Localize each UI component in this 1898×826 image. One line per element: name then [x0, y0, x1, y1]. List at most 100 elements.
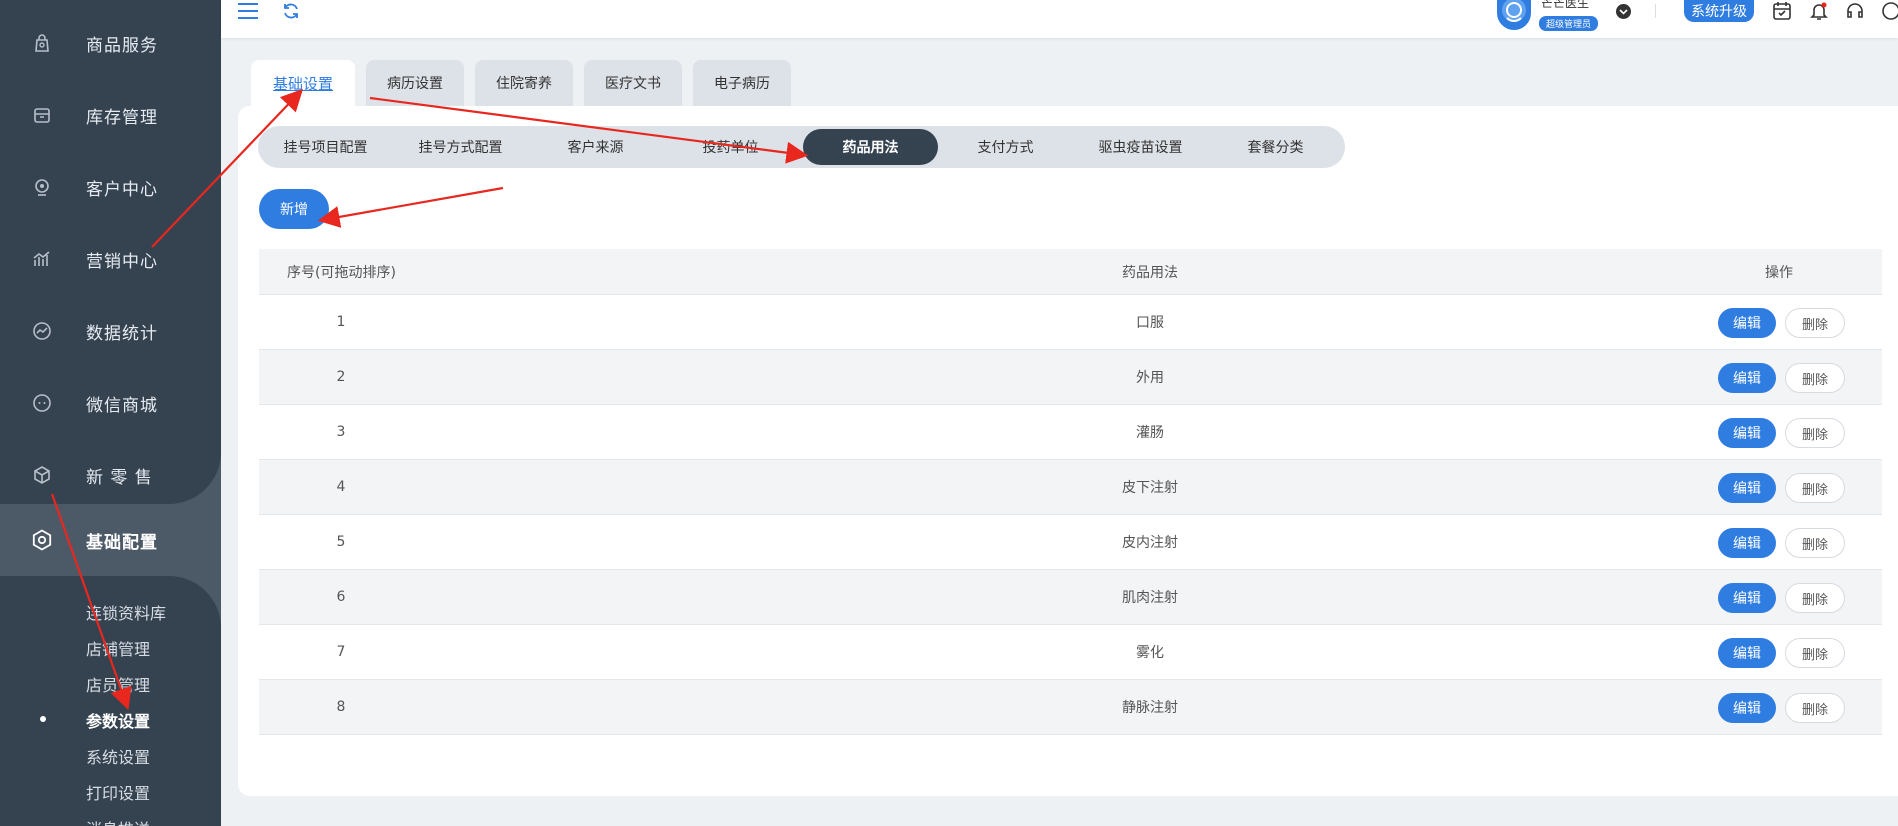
edit-button[interactable]: 编辑 [1718, 693, 1776, 723]
avatar [1497, 0, 1531, 30]
top-bar: 芒芒医生 超级管理员 系统升级 [221, 0, 1898, 38]
sidebar-item-wechat-mall[interactable]: 微信商城 [0, 373, 221, 433]
sidebar-item-label: 客户中心 [86, 179, 158, 200]
table-row: 7 雾化 编辑 删除 [259, 625, 1882, 680]
row-number: 7 [336, 644, 346, 660]
sidebar-item-label: 新 零 售 [86, 467, 153, 488]
edit-button[interactable]: 编辑 [1718, 583, 1776, 613]
table-row: 3 灌肠 编辑 删除 [259, 405, 1882, 460]
row-usage: 静脉注射 [1122, 700, 1178, 716]
tab-electronic-records[interactable]: 电子病历 [693, 60, 792, 106]
delete-button[interactable]: 删除 [1785, 473, 1845, 503]
subtab-registration-items[interactable]: 挂号项目配置 [258, 126, 393, 168]
sidebar-item-statistics[interactable]: 数据统计 [0, 301, 221, 361]
row-usage: 雾化 [1136, 645, 1164, 661]
submenu-message-push[interactable]: 消息推送 [86, 816, 150, 826]
customer-icon [30, 175, 54, 199]
current-item-dot [40, 716, 46, 722]
delete-button[interactable]: 删除 [1785, 363, 1845, 393]
sidebar: 商品服务 库存管理 客户中心 营销中心 数据统计 微信商城 新 零 售 基础配置… [0, 0, 221, 826]
calendar-icon[interactable] [1770, 0, 1794, 22]
system-upgrade-button[interactable]: 系统升级 [1684, 0, 1754, 22]
wechat-icon [30, 391, 54, 415]
delete-button[interactable]: 删除 [1785, 308, 1845, 338]
submenu-staff-management[interactable]: 店员管理 [86, 672, 150, 696]
delete-button[interactable]: 删除 [1785, 638, 1845, 668]
inventory-icon [30, 103, 54, 127]
subtab-dosage-unit[interactable]: 投药单位 [663, 126, 798, 168]
help-icon[interactable] [1879, 0, 1898, 22]
bag-icon [30, 31, 54, 55]
header-no: 序号(可拖动排序) [287, 264, 396, 281]
edit-button[interactable]: 编辑 [1718, 473, 1776, 503]
row-usage: 皮内注射 [1122, 535, 1178, 551]
marketing-icon [30, 247, 54, 271]
header-usage: 药品用法 [1122, 264, 1178, 281]
statistics-icon [30, 319, 54, 343]
delete-button[interactable]: 删除 [1785, 583, 1845, 613]
tab-medical-documents[interactable]: 医疗文书 [584, 60, 683, 106]
tab-bar: 基础设置 病历设置 住院寄养 医疗文书 电子病历 [251, 60, 802, 106]
edit-button[interactable]: 编辑 [1718, 638, 1776, 668]
row-number: 6 [336, 589, 346, 605]
add-button[interactable]: 新增 [259, 189, 329, 229]
menu-icon[interactable] [236, 0, 260, 22]
submenu-print-settings[interactable]: 打印设置 [86, 780, 150, 804]
table-row: 8 静脉注射 编辑 删除 [259, 680, 1882, 735]
sidebar-item-label: 商品服务 [86, 35, 158, 56]
subtab-customer-source[interactable]: 客户来源 [528, 126, 663, 168]
sidebar-item-marketing[interactable]: 营销中心 [0, 229, 221, 289]
subtab-registration-methods[interactable]: 挂号方式配置 [393, 126, 528, 168]
sidebar-item-inventory[interactable]: 库存管理 [0, 85, 221, 145]
row-usage: 口服 [1136, 315, 1164, 331]
submenu-parameter-settings[interactable]: 参数设置 [86, 708, 150, 732]
settings-icon [30, 528, 54, 552]
divider [1655, 4, 1656, 18]
user-name: 芒芒医生 [1541, 0, 1590, 10]
refresh-icon[interactable] [279, 0, 303, 22]
sidebar-item-new-retail[interactable]: 新 零 售 [0, 445, 221, 505]
sidebar-item-basic-config[interactable]: 基础配置 [0, 504, 221, 576]
header-operation: 操作 [1765, 264, 1793, 281]
row-number: 8 [336, 699, 346, 715]
tab-basic-settings[interactable]: 基础设置 [251, 60, 356, 106]
table-header: 序号(可拖动排序) 药品用法 操作 [259, 249, 1882, 295]
row-usage: 皮下注射 [1122, 480, 1178, 496]
table-row: 6 肌肉注射 编辑 删除 [259, 570, 1882, 625]
edit-button[interactable]: 编辑 [1718, 528, 1776, 558]
row-number: 2 [336, 369, 346, 385]
edit-button[interactable]: 编辑 [1718, 363, 1776, 393]
submenu-chain-library[interactable]: 连锁资料库 [86, 600, 166, 624]
tab-hospitalization[interactable]: 住院寄养 [475, 60, 574, 106]
table-row: 5 皮内注射 编辑 删除 [259, 515, 1882, 570]
submenu-system-settings[interactable]: 系统设置 [86, 744, 150, 768]
subtab-bar: 挂号项目配置 挂号方式配置 客户来源 投药单位 药品用法 支付方式 驱虫疫苗设置… [258, 126, 1345, 168]
sidebar-item-label: 数据统计 [86, 323, 158, 344]
sidebar-item-product-service[interactable]: 商品服务 [0, 13, 221, 73]
row-usage: 肌肉注射 [1122, 590, 1178, 606]
delete-button[interactable]: 删除 [1785, 528, 1845, 558]
table-row: 4 皮下注射 编辑 删除 [259, 460, 1882, 515]
delete-button[interactable]: 删除 [1785, 418, 1845, 448]
subtab-drug-usage[interactable]: 药品用法 [803, 129, 938, 165]
subtab-deworming-vaccine[interactable]: 驱虫疫苗设置 [1073, 126, 1208, 168]
subtab-payment-method[interactable]: 支付方式 [938, 126, 1073, 168]
tab-medical-record-settings[interactable]: 病历设置 [366, 60, 465, 106]
row-usage: 外用 [1136, 370, 1164, 386]
delete-button[interactable]: 删除 [1785, 693, 1845, 723]
row-number: 3 [336, 424, 346, 440]
subtab-package-category[interactable]: 套餐分类 [1208, 126, 1343, 168]
row-usage: 灌肠 [1136, 425, 1164, 441]
headset-icon[interactable] [1843, 0, 1867, 22]
table-row: 1 口服 编辑 删除 [259, 295, 1882, 350]
edit-button[interactable]: 编辑 [1718, 308, 1776, 338]
usage-table: 序号(可拖动排序) 药品用法 操作 1 口服 编辑 删除 2 外用 编辑 删除 3 灌肠 编辑 删除 4… [259, 249, 1882, 735]
bell-icon[interactable] [1807, 0, 1831, 22]
sidebar-item-customer[interactable]: 客户中心 [0, 157, 221, 217]
chevron-down-icon[interactable] [1616, 4, 1631, 19]
user-role-badge: 超级管理员 [1539, 16, 1599, 31]
row-number: 1 [336, 314, 346, 330]
submenu-store-management[interactable]: 店铺管理 [86, 636, 150, 660]
cube-icon [30, 463, 54, 487]
edit-button[interactable]: 编辑 [1718, 418, 1776, 448]
